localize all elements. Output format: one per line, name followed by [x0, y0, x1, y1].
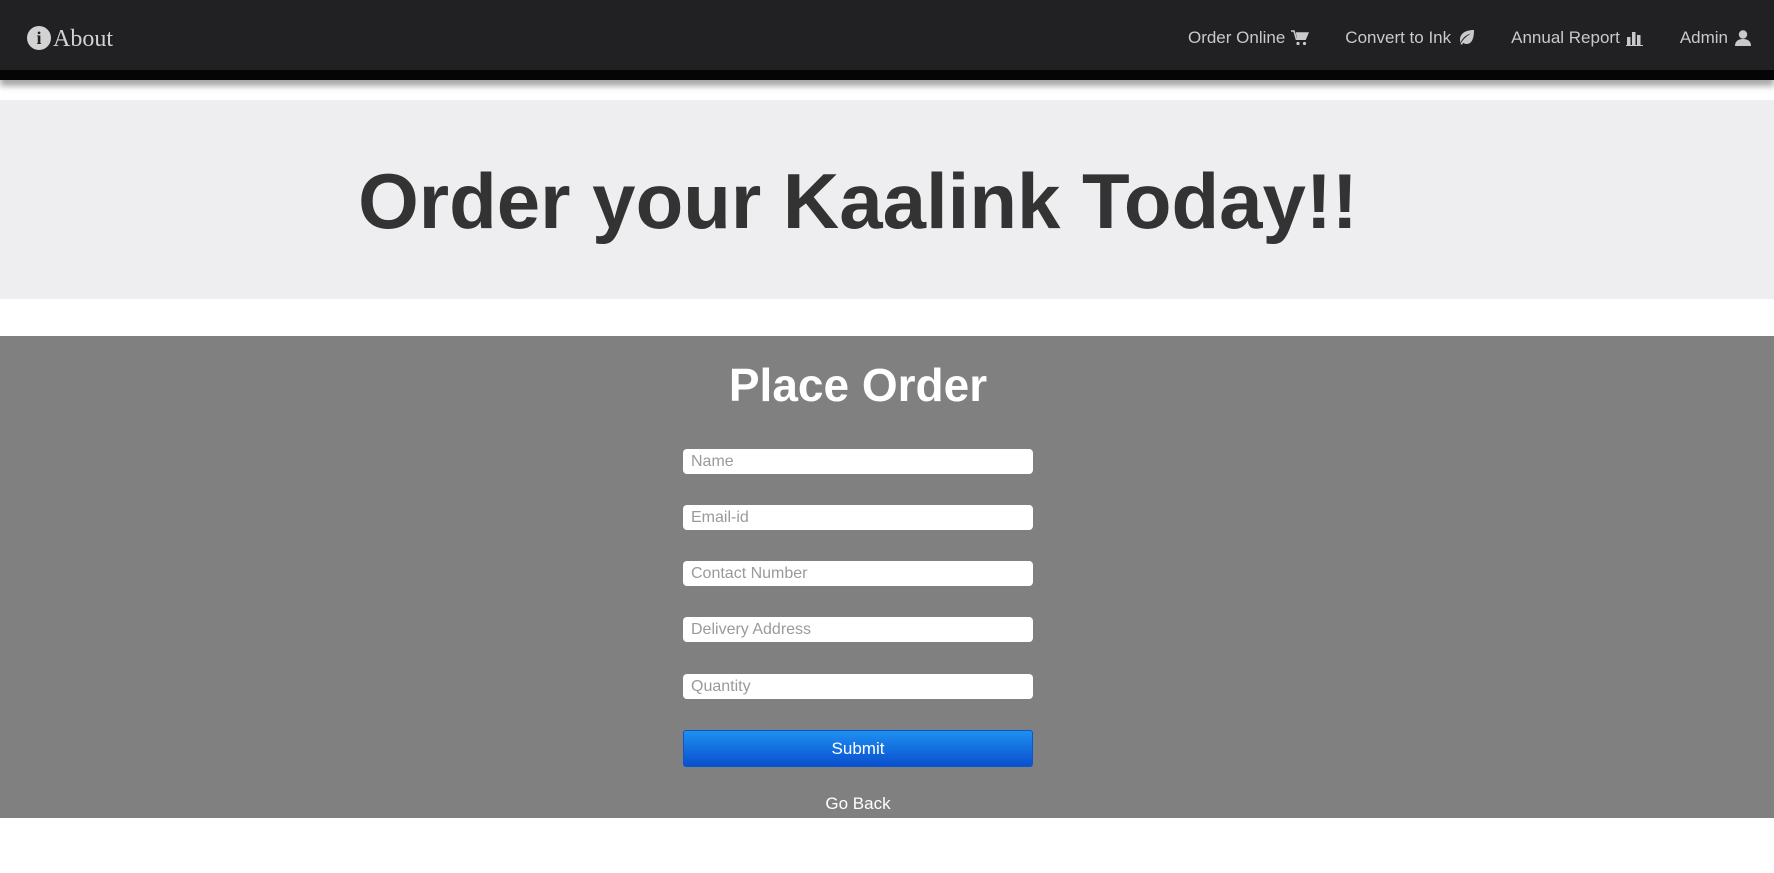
name-input[interactable] — [683, 449, 1033, 474]
contact-number-input[interactable] — [683, 561, 1033, 586]
nav-links: Order Online Convert to Ink Annual Repor… — [1152, 28, 1752, 48]
info-circle-icon: i — [27, 25, 51, 50]
place-order-heading: Place Order — [728, 359, 988, 411]
cart-icon — [1291, 30, 1310, 46]
about-link[interactable]: i About — [27, 25, 113, 53]
place-order-panel: Place Order Submit Go Back — [0, 336, 1774, 818]
email-input[interactable] — [683, 505, 1033, 530]
about-link-label: About — [53, 26, 113, 52]
user-icon — [1735, 30, 1751, 46]
submit-button[interactable]: Submit — [683, 730, 1033, 767]
top-navbar: i About Order Online Convert to Ink Annu… — [0, 0, 1774, 80]
hero-title: Order your Kaalink Today!! — [358, 157, 1358, 245]
leaf-icon — [1460, 30, 1475, 45]
nav-annual-report-label: Annual Report — [1511, 28, 1620, 47]
hero-banner: Order your Kaalink Today!! — [0, 100, 1774, 299]
delivery-address-input[interactable] — [683, 617, 1033, 642]
nav-order-online[interactable]: Order Online — [1187, 28, 1310, 48]
quantity-input[interactable] — [683, 674, 1033, 699]
go-back-link[interactable]: Go Back — [683, 794, 1033, 814]
nav-order-online-label: Order Online — [1187, 28, 1286, 47]
nav-convert-to-ink[interactable]: Convert to Ink — [1345, 28, 1475, 48]
nav-admin[interactable]: Admin — [1680, 28, 1752, 48]
bar-chart-icon — [1625, 32, 1643, 46]
nav-admin-label: Admin — [1679, 28, 1728, 47]
nav-convert-to-ink-label: Convert to Ink — [1345, 28, 1452, 47]
nav-annual-report[interactable]: Annual Report — [1511, 28, 1644, 48]
